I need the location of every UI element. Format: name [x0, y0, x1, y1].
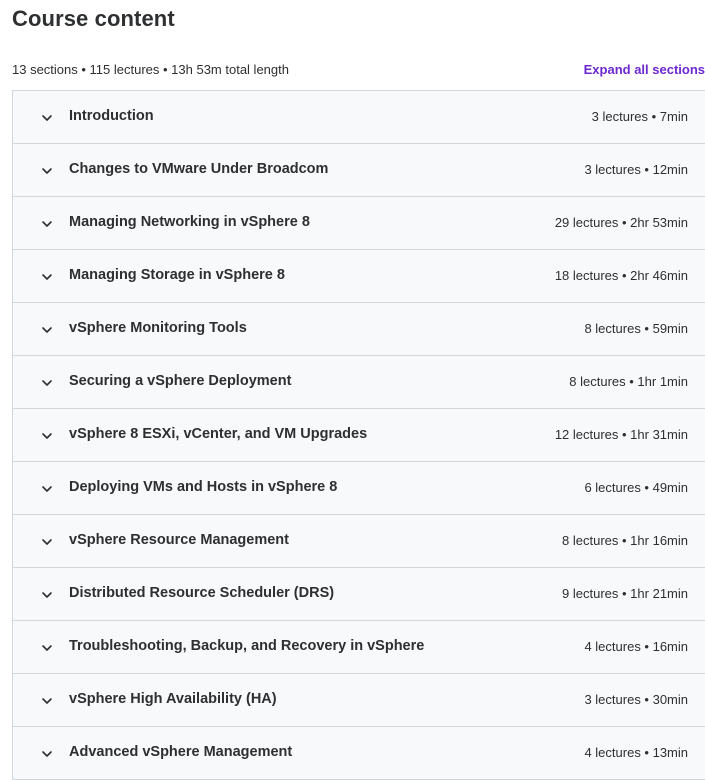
course-section-header-10[interactable]: Distributed Resource Scheduler (DRS) 9 l…: [13, 568, 705, 621]
section-title: Securing a vSphere Deployment: [69, 373, 292, 389]
section-title: Troubleshooting, Backup, and Recovery in…: [69, 638, 425, 654]
chevron-down-icon[interactable]: [40, 111, 54, 125]
section-title: Deploying VMs and Hosts in vSphere 8: [69, 479, 338, 495]
chevron-down-icon[interactable]: [40, 482, 54, 496]
course-section-header-5[interactable]: vSphere Monitoring Tools 8 lectures • 59…: [13, 303, 705, 356]
section-meta: 9 lectures • 1hr 21min: [562, 586, 688, 601]
section-meta: 29 lectures • 2hr 53min: [554, 215, 688, 230]
section-meta: 4 lectures • 13min: [584, 745, 688, 760]
section-meta: 8 lectures • 1hr 1min: [569, 374, 688, 389]
chevron-down-icon[interactable]: [40, 164, 54, 178]
section-meta: 8 lectures • 59min: [584, 321, 688, 336]
course-summary-row: 13 sections • 115 lectures • 13h 53m tot…: [12, 60, 705, 80]
course-summary: 13 sections • 115 lectures • 13h 53m tot…: [12, 62, 289, 77]
course-section-header-7[interactable]: vSphere 8 ESXi, vCenter, and VM Upgrades…: [13, 409, 705, 462]
section-title: Managing Networking in vSphere 8: [69, 214, 310, 230]
section-title: Advanced vSphere Management: [69, 744, 293, 760]
course-section-header-6[interactable]: Securing a vSphere Deployment 8 lectures…: [13, 356, 705, 409]
section-title: Managing Storage in vSphere 8: [69, 267, 285, 283]
chevron-down-icon[interactable]: [40, 588, 54, 602]
course-section-header-2[interactable]: Changes to VMware Under Broadcom 3 lectu…: [13, 144, 705, 197]
chevron-down-icon[interactable]: [40, 694, 54, 708]
section-meta: 3 lectures • 7min: [591, 109, 688, 124]
expand-all-sections-button[interactable]: Expand all sections: [584, 62, 705, 77]
section-meta: 8 lectures • 1hr 16min: [562, 533, 688, 548]
course-section-header-13[interactable]: Advanced vSphere Management 4 lectures •…: [13, 727, 705, 780]
course-section-header-11[interactable]: Troubleshooting, Backup, and Recovery in…: [13, 621, 705, 674]
section-title: Distributed Resource Scheduler (DRS): [69, 585, 335, 601]
section-title: vSphere High Availability (HA): [69, 691, 277, 707]
chevron-down-icon[interactable]: [40, 429, 54, 443]
chevron-down-icon[interactable]: [40, 535, 54, 549]
chevron-down-icon[interactable]: [40, 270, 54, 284]
course-section-header-9[interactable]: vSphere Resource Management 8 lectures •…: [13, 515, 705, 568]
chevron-down-icon[interactable]: [40, 747, 54, 761]
section-meta: 18 lectures • 2hr 46min: [554, 268, 688, 283]
chevron-down-icon[interactable]: [40, 323, 54, 337]
section-meta: 12 lectures • 1hr 31min: [554, 427, 688, 442]
course-section-header-1[interactable]: Introduction 3 lectures • 7min: [13, 91, 705, 144]
chevron-down-icon[interactable]: [40, 217, 54, 231]
section-meta: 3 lectures • 30min: [584, 692, 688, 707]
section-title: vSphere Resource Management: [69, 532, 289, 548]
section-title: Introduction: [69, 108, 154, 124]
chevron-down-icon[interactable]: [40, 641, 54, 655]
course-section-header-4[interactable]: Managing Storage in vSphere 8 18 lecture…: [13, 250, 705, 303]
section-meta: 6 lectures • 49min: [584, 480, 688, 495]
course-section-header-3[interactable]: Managing Networking in vSphere 8 29 lect…: [13, 197, 705, 250]
chevron-down-icon[interactable]: [40, 376, 54, 390]
section-title: vSphere Monitoring Tools: [69, 320, 247, 336]
course-sections-list: Introduction 3 lectures • 7min Changes t…: [12, 90, 705, 780]
course-section-header-8[interactable]: Deploying VMs and Hosts in vSphere 8 6 l…: [13, 462, 705, 515]
section-title: vSphere 8 ESXi, vCenter, and VM Upgrades: [69, 426, 368, 442]
section-title: Changes to VMware Under Broadcom: [69, 161, 329, 177]
section-meta: 3 lectures • 12min: [584, 162, 688, 177]
page-title: Course content: [12, 6, 175, 31]
section-meta: 4 lectures • 16min: [584, 639, 688, 654]
course-section-header-12[interactable]: vSphere High Availability (HA) 3 lecture…: [13, 674, 705, 727]
